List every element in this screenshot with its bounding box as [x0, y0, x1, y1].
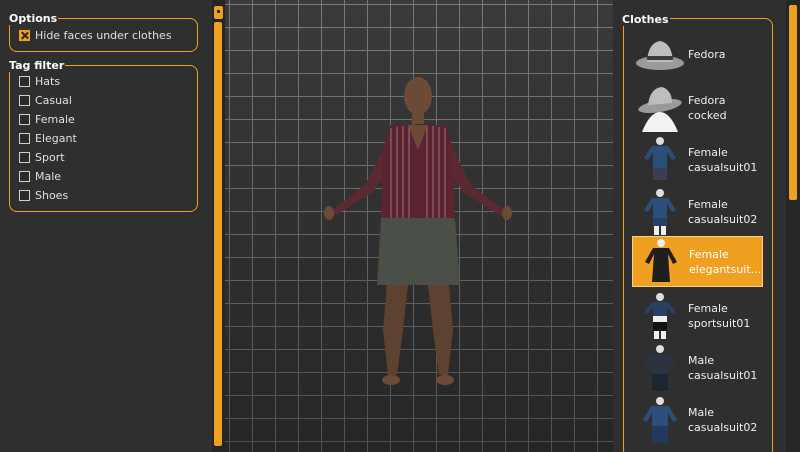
clothes-item-label: Female casualsuit02: [688, 197, 758, 226]
clothes-item-label: Female casualsuit01: [688, 145, 758, 174]
right-scrollbar[interactable]: [786, 0, 800, 452]
3d-viewport[interactable]: [225, 0, 613, 452]
male-casualsuit01-icon: [632, 344, 688, 392]
tag-casual-label: Casual: [35, 93, 72, 107]
clothes-item-label: Male casualsuit01: [688, 353, 758, 382]
clothes-item-label: Fedora cocked: [688, 93, 727, 122]
female-casualsuit02-icon: [632, 188, 688, 236]
clothes-item-label: Female sportsuit01: [688, 301, 751, 330]
female-elegantsuit-icon: [633, 238, 689, 286]
tag-male-checkbox[interactable]: [19, 170, 30, 182]
tag-male-label: Male: [35, 169, 62, 183]
clothes-item-male-casualsuit01[interactable]: Male casualsuit01: [632, 342, 763, 393]
clothes-item-fedora[interactable]: Fedora: [632, 29, 763, 80]
fedora-cocked-icon: [632, 84, 688, 132]
hide-faces-checkbox[interactable]: [19, 29, 30, 41]
clothes-item-label: Male casualsuit02: [688, 405, 758, 434]
options-title: Options: [8, 12, 59, 25]
tag-hats-row[interactable]: Hats: [19, 74, 60, 88]
right-panel: Clothes Fedora Fedora cocked Female casu…: [613, 0, 800, 452]
female-sportsuit01-icon: [632, 292, 688, 340]
tag-sport-row[interactable]: Sport: [19, 150, 65, 164]
clothes-item-label: Female elegantsuit...: [689, 247, 761, 276]
tag-sport-label: Sport: [35, 150, 65, 164]
right-scrollbar-thumb[interactable]: [789, 5, 797, 200]
male-casualsuit02-icon: [632, 396, 688, 444]
clothes-item-female-casualsuit02[interactable]: Female casualsuit02: [632, 186, 763, 237]
tag-shoes-row[interactable]: Shoes: [19, 188, 68, 202]
tag-shoes-label: Shoes: [35, 188, 69, 202]
clothes-item-female-elegantsuit[interactable]: Female elegantsuit...: [632, 236, 763, 287]
tag-elegant-checkbox[interactable]: [19, 132, 30, 144]
clothes-title: Clothes: [621, 13, 670, 26]
clothes-item-female-sportsuit01[interactable]: Female sportsuit01: [632, 290, 763, 341]
tag-sport-checkbox[interactable]: [19, 151, 30, 163]
tag-elegant-row[interactable]: Elegant: [19, 131, 77, 145]
clothes-item-fedora-cocked[interactable]: Fedora cocked: [632, 82, 763, 133]
hide-faces-label: Hide faces under clothes: [35, 28, 172, 42]
tag-hats-checkbox[interactable]: [19, 75, 30, 87]
left-scrollbar-thumb[interactable]: [214, 22, 222, 446]
left-scrollbar[interactable]: [212, 0, 225, 452]
tag-male-row[interactable]: Male: [19, 169, 61, 183]
fedora-hat-icon: [632, 31, 688, 79]
left-scroll-up-arrow-icon[interactable]: [214, 6, 223, 19]
clothes-item-female-casualsuit01[interactable]: Female casualsuit01: [632, 134, 763, 185]
clothes-item-label: Fedora: [688, 48, 726, 61]
tag-hats-label: Hats: [35, 74, 61, 88]
tag-elegant-label: Elegant: [35, 131, 77, 145]
tag-casual-checkbox[interactable]: [19, 94, 30, 106]
tag-female-row[interactable]: Female: [19, 112, 75, 126]
female-casualsuit01-icon: [632, 136, 688, 184]
human-model-figure: [324, 77, 512, 385]
hide-faces-checkbox-row[interactable]: Hide faces under clothes: [19, 28, 172, 42]
tag-shoes-checkbox[interactable]: [19, 189, 30, 201]
left-panel: Options Hide faces under clothes Tag fil…: [0, 0, 212, 452]
tag-filter-title: Tag filter: [8, 59, 66, 72]
tag-female-label: Female: [35, 112, 75, 126]
tag-female-checkbox[interactable]: [19, 113, 30, 125]
tag-casual-row[interactable]: Casual: [19, 93, 72, 107]
clothes-item-male-casualsuit02[interactable]: Male casualsuit02: [632, 394, 763, 445]
